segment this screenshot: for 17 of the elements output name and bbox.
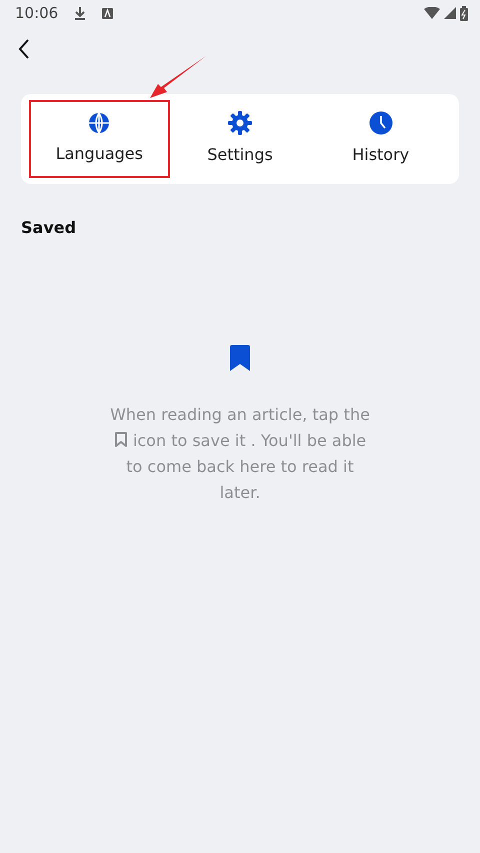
status-time: 10:06 xyxy=(15,2,58,24)
tab[interactable]: History xyxy=(310,100,452,178)
download-icon xyxy=(74,6,86,20)
notification-icon xyxy=(102,8,114,18)
empty-message: When reading an article, tap the xyxy=(110,405,370,424)
bookmark-icon xyxy=(228,344,252,372)
signal-icon xyxy=(444,7,456,19)
tab[interactable]: Languages xyxy=(29,100,170,178)
section-title: Saved xyxy=(21,217,78,239)
battery-icon xyxy=(460,6,468,20)
tab[interactable]: Settings xyxy=(170,100,310,178)
bookmark-icon xyxy=(114,431,128,448)
wifi-icon xyxy=(424,7,440,19)
globe-icon xyxy=(88,112,110,134)
clock-icon xyxy=(368,111,393,135)
back-icon[interactable] xyxy=(18,39,30,59)
empty-message: icon to save it . You'll be able to come back here to read it later. xyxy=(126,431,366,502)
